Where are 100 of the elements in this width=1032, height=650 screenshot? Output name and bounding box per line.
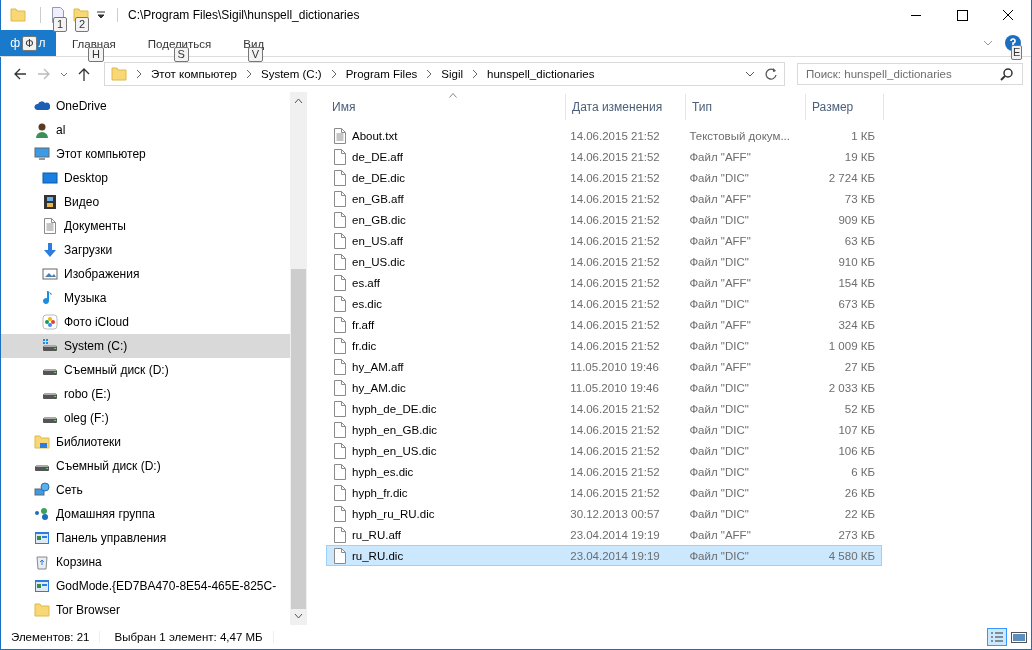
sidebar-item[interactable]: Съемный диск (D:) xyxy=(1,454,290,478)
file-row[interactable]: de_DE.dic 14.06.2015 21:52 Файл "DIC" 2 724 КБ xyxy=(326,167,882,188)
file-name[interactable]: ru_RU.dic xyxy=(352,549,404,562)
file-name[interactable]: hyph_de_DE.dic xyxy=(352,402,437,415)
sidebar-item[interactable]: Видео xyxy=(1,190,290,214)
sidebar-item[interactable]: OneDrive xyxy=(1,94,290,118)
file-name[interactable]: hyph_en_GB.dic xyxy=(352,423,438,436)
breadcrumb[interactable]: Sigil xyxy=(441,68,463,80)
scroll-down-icon[interactable] xyxy=(294,613,303,619)
file-name[interactable]: hy_AM.dic xyxy=(352,381,406,394)
table-cell-text: Файл "AFF" xyxy=(688,276,752,289)
scrollbar-thumb[interactable] xyxy=(291,269,306,609)
file-row[interactable]: es.aff 14.06.2015 21:52 Файл "AFF" 154 КБ xyxy=(326,272,882,293)
file-name[interactable]: en_US.aff xyxy=(352,234,403,247)
column-header[interactable]: Размер xyxy=(806,94,884,120)
file-row[interactable]: fr.dic 14.06.2015 21:52 Файл "DIC" 1 009 КБ xyxy=(326,335,882,356)
file-row[interactable]: hyph_es.dic 14.06.2015 21:52 Файл "DIC" 6 КБ xyxy=(326,461,882,482)
scroll-up-icon[interactable] xyxy=(294,98,303,104)
file-row[interactable]: en_US.aff 14.06.2015 21:52 Файл "AFF" 63 КБ xyxy=(326,230,882,251)
sidebar-item[interactable]: Загрузки xyxy=(1,238,290,262)
file-name[interactable]: es.dic xyxy=(352,297,383,310)
breadcrumb[interactable]: System (C:) xyxy=(261,68,322,80)
file-name[interactable]: About.txt xyxy=(352,129,398,142)
table-cell-text: 14.06.2015 21:52 xyxy=(569,297,661,310)
sidebar-item[interactable]: Фото iCloud xyxy=(1,310,290,334)
file-row[interactable]: ru_RU.aff 23.04.2014 19:19 Файл "AFF" 273 КБ xyxy=(326,524,882,545)
table-cell-text: Файл "AFF" xyxy=(688,360,752,373)
file-name[interactable]: fr.aff xyxy=(352,318,375,331)
breadcrumb[interactable]: Program Files xyxy=(345,68,418,80)
table-cell-text: 14.06.2015 21:52 xyxy=(569,339,661,352)
breadcrumb[interactable]: hunspell_dictionaries xyxy=(487,68,595,80)
file-name[interactable]: hyph_es.dic xyxy=(352,465,414,478)
breadcrumb[interactable]: Этот компьютер xyxy=(151,68,237,80)
file-row[interactable]: de_DE.aff 14.06.2015 21:52 Файл "AFF" 19 КБ xyxy=(326,146,882,167)
sidebar-item[interactable]: Документы xyxy=(1,214,290,238)
file-name[interactable]: de_DE.dic xyxy=(352,171,406,184)
file-name[interactable]: ru_RU.aff xyxy=(352,528,401,541)
file-name[interactable]: en_GB.aff xyxy=(352,192,404,205)
file-name[interactable]: en_GB.dic xyxy=(352,213,406,226)
column-header[interactable]: Имя xyxy=(326,94,566,120)
file-name[interactable]: hyph_ru_RU.dic xyxy=(352,507,435,520)
refresh-icon[interactable] xyxy=(764,66,778,82)
file-name[interactable]: fr.dic xyxy=(352,339,377,352)
table-cell-text: 52 КБ xyxy=(843,402,876,415)
file-name[interactable]: hyph_fr.dic xyxy=(352,486,408,499)
file-row[interactable]: hyph_de_DE.dic 14.06.2015 21:52 Файл "DIC" 52 КБ xyxy=(326,398,882,419)
file-row[interactable]: hyph_en_GB.dic 14.06.2015 21:52 Файл "DIC" 107 КБ xyxy=(326,419,882,440)
search-field[interactable]: Поиск: hunspell_dictionaries xyxy=(797,63,1023,85)
table-cell-text: Файл "DIC" xyxy=(688,339,750,352)
file-name[interactable]: en_US.dic xyxy=(352,255,406,268)
large-icons-view-icon[interactable] xyxy=(1011,630,1027,644)
file-row[interactable]: ru_RU.dic 23.04.2014 19:19 Файл "DIC" 4 580 КБ xyxy=(326,545,882,566)
file-row[interactable]: en_GB.dic 14.06.2015 21:52 Файл "DIC" 909 КБ xyxy=(326,209,882,230)
sidebar-item[interactable]: Tor Browser xyxy=(1,598,290,622)
sidebar-item[interactable]: robo (E:) xyxy=(1,382,290,406)
column-header[interactable]: Дата изменения xyxy=(566,94,686,120)
sidebar-item[interactable]: Сеть xyxy=(1,478,290,502)
file-row[interactable]: hy_AM.dic 11.05.2010 19:46 Файл "DIC" 2 033 КБ xyxy=(326,377,882,398)
file-row[interactable]: en_US.dic 14.06.2015 21:52 Файл "DIC" 910 КБ xyxy=(326,251,882,272)
expand-ribbon-chevron-icon[interactable] xyxy=(983,40,993,46)
file-name[interactable]: es.aff xyxy=(352,276,380,289)
sidebar-item[interactable]: System (C:) xyxy=(1,334,290,358)
file-name[interactable]: de_DE.aff xyxy=(352,150,403,163)
sidebar-item[interactable]: Съемный диск (D:) xyxy=(1,358,290,382)
sidebar-item[interactable]: al xyxy=(1,118,290,142)
sidebar-item[interactable]: Панель управления xyxy=(1,526,290,550)
file-row[interactable]: hyph_fr.dic 14.06.2015 21:52 Файл "DIC" 26 КБ xyxy=(326,482,882,503)
address-bar[interactable]: Этот компьютер System (C:) Program Files Sigil hunspell_dictionaries xyxy=(104,62,785,86)
up-arrow-icon[interactable] xyxy=(76,66,92,82)
file-name[interactable]: hy_AM.aff xyxy=(352,360,404,373)
file-icon xyxy=(332,505,346,522)
file-row[interactable]: es.dic 14.06.2015 21:52 Файл "DIC" 673 КБ xyxy=(326,293,882,314)
file-row[interactable]: fr.aff 14.06.2015 21:52 Файл "AFF" 324 КБ xyxy=(326,314,882,335)
file-tab[interactable]: ф Ф л xyxy=(0,30,56,56)
sidebar-item[interactable]: oleg (F:) xyxy=(1,406,290,430)
scrollbar[interactable] xyxy=(290,92,307,625)
file-row[interactable]: hyph_en_US.dic 14.06.2015 21:52 Файл "DIC" 106 КБ xyxy=(326,440,882,461)
file-name[interactable]: hyph_en_US.dic xyxy=(352,444,437,457)
table-cell-text: Файл "DIC" xyxy=(688,402,750,415)
column-header[interactable]: Тип xyxy=(686,94,806,120)
back-arrow-icon[interactable] xyxy=(12,66,28,82)
table-cell-text: 324 КБ xyxy=(837,318,876,331)
file-icon xyxy=(332,253,346,270)
customize-dropdown-icon[interactable] xyxy=(97,11,105,19)
table-cell-text: Файл "DIC" xyxy=(688,423,750,436)
file-row[interactable]: en_GB.aff 14.06.2015 21:52 Файл "AFF" 73 КБ xyxy=(326,188,882,209)
file-row[interactable]: hy_AM.aff 11.05.2010 19:46 Файл "AFF" 27 КБ xyxy=(326,356,882,377)
sidebar-item[interactable]: Домашняя группа xyxy=(1,502,290,526)
file-row[interactable]: hyph_ru_RU.dic 30.12.2013 00:57 Файл "DIC" 22 КБ xyxy=(326,503,882,524)
sidebar-item[interactable]: Desktop xyxy=(1,166,290,190)
sidebar-item[interactable]: Библиотеки xyxy=(1,430,290,454)
sidebar-item[interactable]: Этот компьютер xyxy=(1,142,290,166)
library-folder-icon xyxy=(34,434,50,450)
text-file-icon xyxy=(332,127,346,144)
sidebar-item[interactable]: Корзина xyxy=(1,550,290,574)
search-icon[interactable] xyxy=(1000,67,1014,81)
file-row[interactable]: About.txt 14.06.2015 21:52 Текстовый докум... 1 КБ xyxy=(326,125,882,146)
sidebar-item[interactable]: Музыка xyxy=(1,286,290,310)
sidebar-item[interactable]: Изображения xyxy=(1,262,290,286)
sidebar-item[interactable]: GodMode.{ED7BA470-8E54-465E-825C- xyxy=(1,574,290,598)
